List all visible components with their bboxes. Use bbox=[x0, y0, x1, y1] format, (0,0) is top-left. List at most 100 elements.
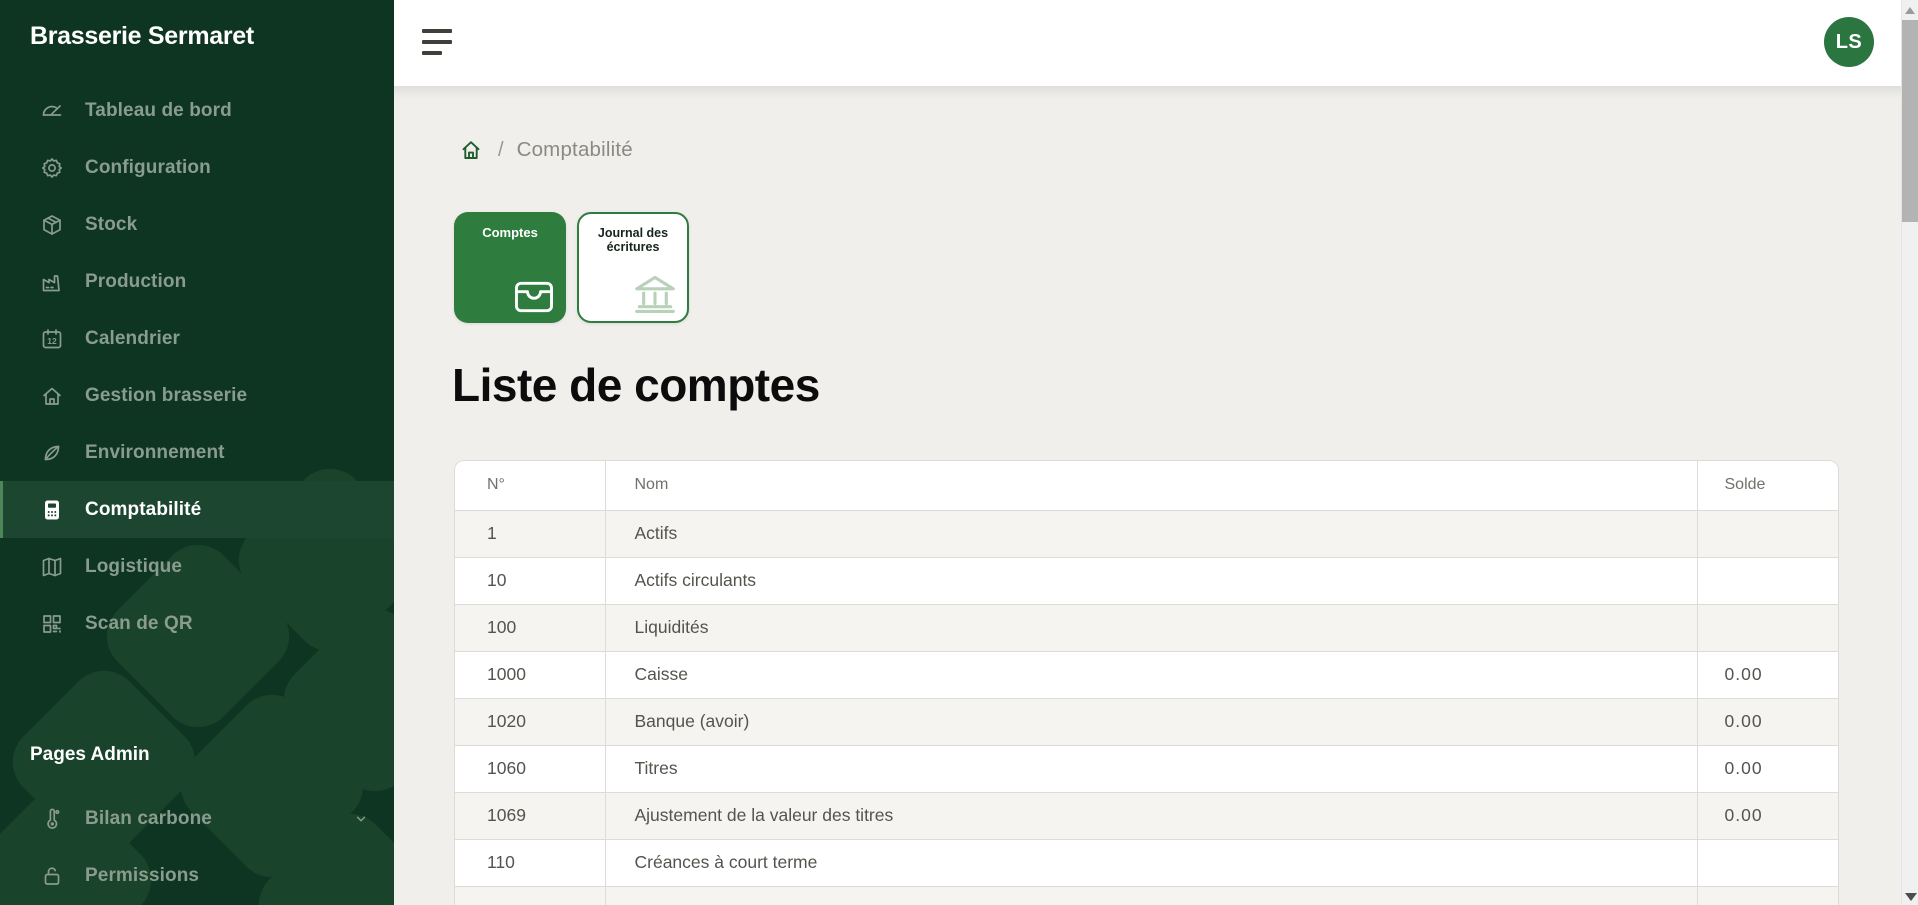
sidebar-item-bilan-carbone[interactable]: Bilan carbone bbox=[0, 790, 394, 847]
scroll-down-button[interactable] bbox=[1905, 893, 1917, 901]
sidebar-item-stock[interactable]: Stock bbox=[0, 196, 394, 253]
page-title: Liste de comptes bbox=[452, 358, 820, 412]
table-header-row: N° Nom Solde bbox=[455, 461, 1839, 510]
column-header-solde: Solde bbox=[1697, 461, 1839, 510]
sidebar-item-environnement[interactable]: Environnement bbox=[0, 424, 394, 481]
wallet-icon bbox=[514, 281, 554, 313]
calculator-icon bbox=[40, 498, 64, 522]
tab-comptes[interactable]: Comptes bbox=[454, 212, 566, 323]
bank-icon bbox=[632, 274, 678, 314]
sidebar-item-label: Calendrier bbox=[85, 328, 180, 350]
home-icon bbox=[40, 384, 64, 408]
cell-n: 100 bbox=[455, 604, 605, 651]
cell-n: 110 bbox=[455, 839, 605, 886]
cell-nom: Créances à court terme bbox=[605, 839, 1697, 886]
map-icon bbox=[40, 555, 64, 579]
topbar: LS bbox=[394, 0, 1901, 86]
home-icon[interactable] bbox=[459, 138, 483, 162]
sidebar-item-scan-de-qr[interactable]: Scan de QR bbox=[0, 595, 394, 652]
sidebar-item-label: Tableau de bord bbox=[85, 100, 232, 122]
sidebar-item-label: Logistique bbox=[85, 556, 182, 578]
qr-icon bbox=[40, 612, 64, 636]
sidebar-item-label: Environnement bbox=[85, 442, 225, 464]
sidebar-item-label: Comptabilité bbox=[85, 499, 201, 521]
cell-solde bbox=[1697, 510, 1839, 557]
tab-journal-des-ecritures[interactable]: Journal des écritures bbox=[577, 212, 689, 323]
scrollbar[interactable] bbox=[1901, 0, 1918, 905]
cell-nom: Liquidités bbox=[605, 604, 1697, 651]
sidebar-item-gestion-brasserie[interactable]: Gestion brasserie bbox=[0, 367, 394, 424]
cell-n bbox=[455, 886, 605, 905]
sidebar-item-permissions[interactable]: Permissions bbox=[0, 847, 394, 904]
accounts-table: N° Nom Solde 1Actifs10Actifs circulants1… bbox=[454, 460, 1839, 905]
sidebar-nav: Tableau de bord Configuration Stock Product… bbox=[0, 82, 394, 652]
table-row: 110Créances à court terme bbox=[455, 839, 1839, 886]
sidebar-item-comptabilite[interactable]: Comptabilité bbox=[0, 481, 394, 538]
cell-solde bbox=[1697, 557, 1839, 604]
sidebar-item-label: Stock bbox=[85, 214, 137, 236]
breadcrumb-separator: / bbox=[498, 139, 504, 162]
table-row: 1000Caisse0.00 bbox=[455, 651, 1839, 698]
avatar[interactable]: LS bbox=[1824, 17, 1874, 67]
sidebar-item-label: Permissions bbox=[85, 865, 199, 887]
cell-nom: Actifs circulants bbox=[605, 557, 1697, 604]
brand-title: Brasserie Sermaret bbox=[30, 22, 254, 51]
sidebar-item-configuration[interactable]: Configuration bbox=[0, 139, 394, 196]
sidebar-admin-nav: Bilan carbone Permissions bbox=[0, 790, 394, 904]
sidebar-item-label: Configuration bbox=[85, 157, 211, 179]
sidebar-item-production[interactable]: Production bbox=[0, 253, 394, 310]
breadcrumb-current: Comptabilité bbox=[517, 138, 633, 162]
cell-solde: 0.00 bbox=[1697, 745, 1839, 792]
section-tabs: Comptes Journal des écritures bbox=[454, 212, 689, 323]
scroll-up-button[interactable] bbox=[1905, 7, 1915, 14]
table-row: 1Actifs bbox=[455, 510, 1839, 557]
table-row: 1069Ajustement de la valeur des titres0.… bbox=[455, 792, 1839, 839]
table-row: 1020Banque (avoir)0.00 bbox=[455, 698, 1839, 745]
chevron-down-icon[interactable] bbox=[354, 812, 368, 826]
table-row bbox=[455, 886, 1839, 905]
cell-n: 1060 bbox=[455, 745, 605, 792]
cell-n: 1 bbox=[455, 510, 605, 557]
calendar-icon: 12 bbox=[40, 327, 64, 351]
scrollbar-thumb[interactable] bbox=[1902, 20, 1918, 222]
cell-solde bbox=[1697, 886, 1839, 905]
cell-nom: Titres bbox=[605, 745, 1697, 792]
sidebar-item-label: Gestion brasserie bbox=[85, 385, 247, 407]
cell-n: 1000 bbox=[455, 651, 605, 698]
table-row: 100Liquidités bbox=[455, 604, 1839, 651]
sidebar-item-label: Scan de QR bbox=[85, 613, 193, 635]
lock-icon bbox=[40, 864, 64, 888]
gauge-icon bbox=[40, 99, 64, 123]
cell-solde: 0.00 bbox=[1697, 698, 1839, 745]
cell-nom: Ajustement de la valeur des titres bbox=[605, 792, 1697, 839]
table-row: 10Actifs circulants bbox=[455, 557, 1839, 604]
sidebar-item-tableau-de-bord[interactable]: Tableau de bord bbox=[0, 82, 394, 139]
leaf-icon bbox=[40, 441, 64, 465]
sidebar-item-logistique[interactable]: Logistique bbox=[0, 538, 394, 595]
box-icon bbox=[40, 213, 64, 237]
column-header-nom: Nom bbox=[605, 461, 1697, 510]
cell-nom: Actifs bbox=[605, 510, 1697, 557]
thermometer-icon bbox=[40, 807, 64, 831]
cell-nom bbox=[605, 886, 1697, 905]
cell-n: 1020 bbox=[455, 698, 605, 745]
tab-label: Comptes bbox=[454, 212, 566, 241]
cell-solde bbox=[1697, 604, 1839, 651]
admin-section-label: Pages Admin bbox=[30, 744, 150, 766]
app-root: Brasserie Sermaret Tableau de bord Config… bbox=[0, 0, 1918, 905]
breadcrumb: / Comptabilité bbox=[459, 138, 633, 162]
svg-text:12: 12 bbox=[47, 336, 57, 346]
sidebar: Brasserie Sermaret Tableau de bord Config… bbox=[0, 0, 394, 905]
main-content: / Comptabilité Comptes Journal des écritu… bbox=[394, 86, 1901, 905]
cell-nom: Banque (avoir) bbox=[605, 698, 1697, 745]
cell-solde bbox=[1697, 839, 1839, 886]
factory-icon bbox=[40, 270, 64, 294]
cell-nom: Caisse bbox=[605, 651, 1697, 698]
sidebar-item-label: Bilan carbone bbox=[85, 808, 212, 830]
sidebar-item-label: Production bbox=[85, 271, 186, 293]
menu-toggle-button[interactable] bbox=[422, 27, 454, 57]
sidebar-item-calendrier[interactable]: 12 Calendrier bbox=[0, 310, 394, 367]
cell-solde: 0.00 bbox=[1697, 792, 1839, 839]
cell-n: 1069 bbox=[455, 792, 605, 839]
cell-n: 10 bbox=[455, 557, 605, 604]
